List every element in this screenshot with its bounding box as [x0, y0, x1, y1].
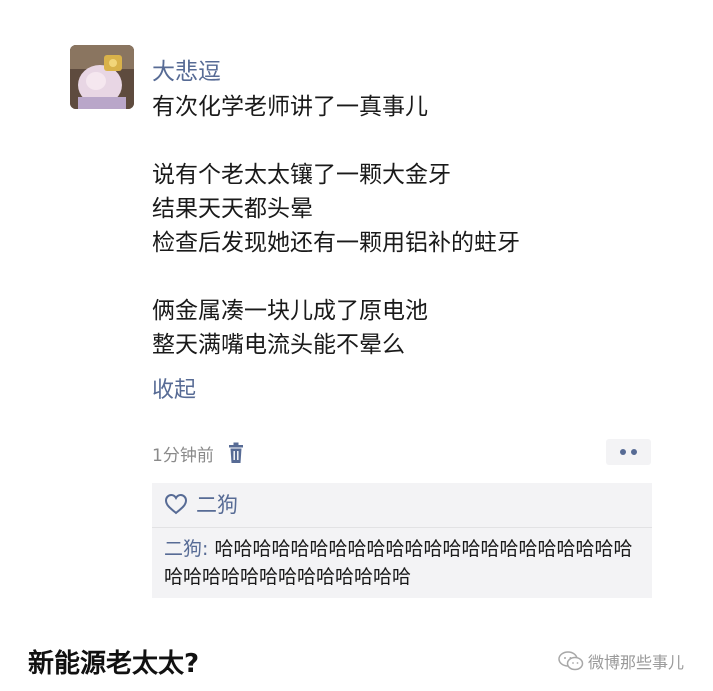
post-meta: 1分钟前: [152, 440, 244, 466]
trash-icon[interactable]: [228, 442, 244, 464]
more-options-button[interactable]: [606, 439, 651, 465]
liker-name[interactable]: 二狗: [196, 489, 238, 519]
likes-comments-panel: 二狗 二狗: 哈哈哈哈哈哈哈哈哈哈哈哈哈哈哈哈哈哈哈哈哈哈哈哈哈哈哈哈哈哈哈哈哈…: [152, 483, 652, 598]
post-author-name[interactable]: 大悲逗: [152, 52, 221, 86]
watermark: 微博那些事儿: [558, 649, 684, 673]
wechat-watermark-icon: [558, 651, 584, 671]
comment-text: 哈哈哈哈哈哈哈哈哈哈哈哈哈哈哈哈哈哈哈哈哈哈哈哈哈哈哈哈哈哈哈哈哈哈哈: [164, 538, 633, 588]
more-dots-icon: [620, 449, 626, 455]
footer-title: 新能源老太太?: [28, 649, 200, 679]
panel-divider: [152, 527, 652, 528]
likes-row: 二狗: [164, 489, 238, 519]
avatar-image: [70, 45, 134, 109]
commenter-name[interactable]: 二狗:: [164, 538, 208, 560]
watermark-text: 微博那些事儿: [588, 653, 685, 672]
post-text: 有次化学老师讲了一真事儿 说有个老太太镶了一颗大金牙 结果天天都头晕 检查后发现…: [152, 94, 520, 358]
post-time: 1分钟前: [152, 445, 214, 466]
more-dots-icon: [631, 449, 637, 455]
heart-icon: [164, 493, 188, 515]
collapse-link[interactable]: 收起: [152, 372, 196, 404]
avatar[interactable]: [70, 45, 134, 109]
comment-item[interactable]: 二狗: 哈哈哈哈哈哈哈哈哈哈哈哈哈哈哈哈哈哈哈哈哈哈哈哈哈哈哈哈哈哈哈哈哈哈哈: [164, 535, 644, 591]
